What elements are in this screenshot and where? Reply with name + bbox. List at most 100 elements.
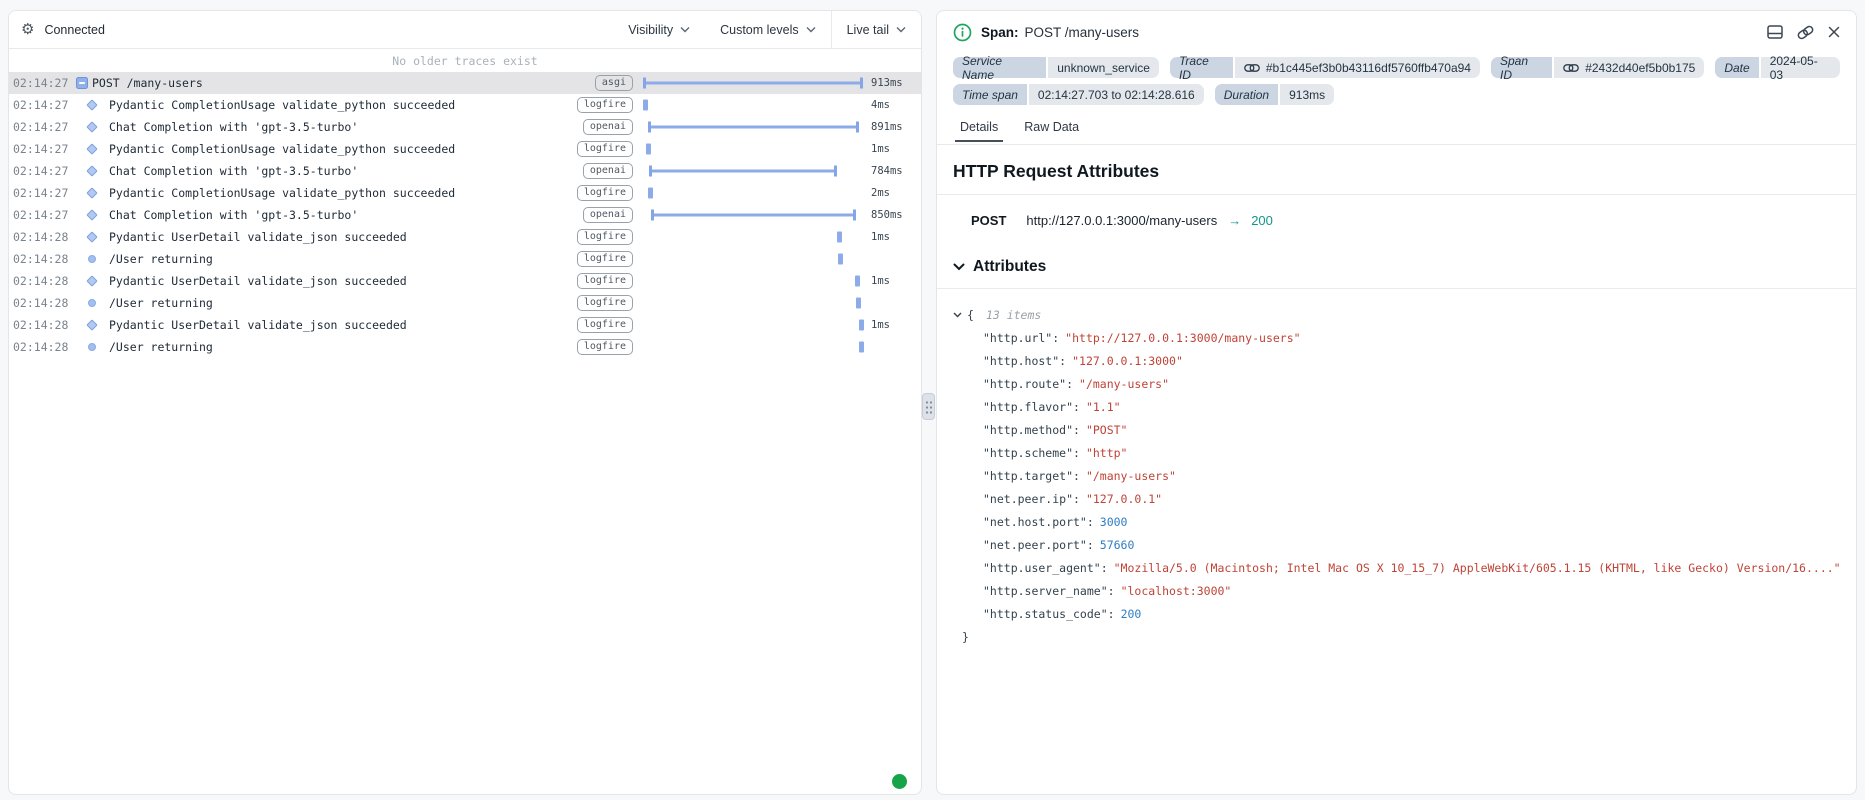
copy-link-icon[interactable] [1797,25,1814,40]
duration-bar-track [643,336,863,358]
trace-label: Chat Completion with 'gpt-3.5-turbo' [109,120,583,134]
attribute-row: "net.peer.ip": "127.0.0.1" [953,487,1840,510]
tab-details[interactable]: Details [959,118,999,136]
scope-badge: logfire [577,317,633,334]
trace-list: No older traces exist 02:14:27 POST /man… [9,49,921,358]
log-circle-icon [88,255,96,263]
attribute-row: "http.target": "/many-users" [953,464,1840,487]
collapse-span-icon [76,77,88,89]
trace-timestamp: 02:14:27 [13,208,71,222]
trace-row[interactable]: 02:14:27 Pydantic CompletionUsage valida… [9,182,921,204]
attribute-row: "http.route": "/many-users" [953,372,1840,395]
attribute-key: "http.server_name": [983,584,1115,598]
log-circle-icon [88,299,96,307]
span-meta-badges-row1: Service Name unknown_service Trace ID #b… [953,57,1840,78]
info-icon [953,23,972,42]
duration-bar-track [643,116,863,138]
scope-badge: asgi [595,75,633,92]
http-url: http://127.0.0.1:3000/many-users [1026,213,1217,228]
duration-bar-track [643,226,863,248]
attribute-value: 57660 [1100,538,1135,552]
attribute-value: "http://127.0.0.1:3000/many-users" [1065,331,1300,345]
badge-label: Date [1715,57,1758,78]
trace-row[interactable]: 02:14:28 /User returning logfire [9,292,921,314]
duration-bar [859,342,864,353]
trace-timestamp: 02:14:28 [13,340,71,354]
custom-levels-dropdown[interactable]: Custom levels [705,11,831,48]
duration-bar-track [643,204,863,226]
attribute-key: "http.user_agent": [983,561,1108,575]
trace-row[interactable]: 02:14:28 Pydantic UserDetail validate_js… [9,226,921,248]
trace-row[interactable]: 02:14:28 Pydantic UserDetail validate_js… [9,270,921,292]
trace-timestamp: 02:14:28 [13,274,71,288]
duration-bar-track [643,138,863,160]
badge-value: #b1c445ef3b0b43116df5760ffb470a94 [1235,57,1480,78]
dock-panel-icon[interactable] [1767,25,1783,39]
attribute-value: "/many-users" [1079,377,1169,391]
trace-row[interactable]: 02:14:28 /User returning logfire [9,336,921,358]
live-view-toolbar: ⚙ Connected Visibility Custom levels Liv… [9,11,921,49]
duration-bar [838,254,843,265]
trace-row[interactable]: 02:14:28 Pydantic UserDetail validate_js… [9,314,921,336]
attribute-row: "http.url": "http://127.0.0.1:3000/many-… [953,326,1840,349]
attribute-value: 3000 [1100,515,1128,529]
duration-bar-track [643,248,863,270]
badge-label: Trace ID [1170,57,1233,78]
badge-label: Time span [953,84,1027,105]
scope-badge: logfire [577,273,633,290]
badge-value: #2432d40ef5b0b175 [1554,57,1704,78]
duration-bar-track [643,182,863,204]
chevron-down-icon [953,263,965,271]
attribute-key: "http.route": [983,377,1073,391]
attribute-row: "http.scheme": "http" [953,441,1840,464]
trace-timestamp: 02:14:28 [13,296,71,310]
scope-badge: logfire [577,229,633,246]
attribute-value: "localhost:3000" [1121,584,1232,598]
trace-label: Pydantic CompletionUsage validate_python… [109,142,577,156]
trace-row[interactable]: 02:14:28 /User returning logfire [9,248,921,270]
link-icon[interactable] [1244,63,1260,73]
trace-row[interactable]: 02:14:27 Chat Completion with 'gpt-3.5-t… [9,204,921,226]
live-tail-dropdown[interactable]: Live tail [832,11,921,48]
duration-text: 891ms [871,121,913,133]
settings-gear-icon[interactable]: ⚙ [21,22,34,37]
trace-row[interactable]: 02:14:27 Chat Completion with 'gpt-3.5-t… [9,160,921,182]
trace-row[interactable]: 02:14:27 Chat Completion with 'gpt-3.5-t… [9,116,921,138]
duration-bar [649,166,837,177]
span-diamond-icon [86,231,97,242]
link-icon[interactable] [1563,63,1579,73]
span-diamond-icon [86,99,97,110]
trace-timestamp: 02:14:27 [13,186,71,200]
duration-text: 784ms [871,165,913,177]
duration-bar-track [643,314,863,336]
panel-resize-handle[interactable] [922,393,935,420]
trace-label: Chat Completion with 'gpt-3.5-turbo' [109,164,583,178]
badge-value: 02:14:27.703 to 02:14:28.616 [1029,84,1204,105]
attribute-row: "http.status_code": 200 [953,602,1840,625]
scope-badge: logfire [577,97,633,114]
chevron-down-icon [896,26,906,33]
attributes-section-toggle[interactable]: Attributes [953,258,1840,276]
json-root-toggle[interactable]: { 13 items [953,303,1840,326]
attribute-row: "http.method": "POST" [953,418,1840,441]
duration-bar [648,122,860,133]
tab-raw-data[interactable]: Raw Data [1023,118,1080,136]
trace-label: POST /many-users [92,76,595,90]
span-diamond-icon [86,121,97,132]
trace-row[interactable]: 02:14:27 POST /many-users asgi 913ms [9,72,921,94]
span-details-panel: Span: POST /many-users Service Name unkn… [936,10,1857,795]
close-icon[interactable] [1828,26,1840,38]
attribute-key: "net.host.port": [983,515,1094,529]
scope-badge: openai [583,207,633,224]
attribute-row: "net.peer.port": 57660 [953,533,1840,556]
meta-badge-duration: Duration 913ms [1215,84,1334,105]
open-brace: { [967,308,974,322]
badge-label: Service Name [953,57,1046,78]
attribute-row: "http.flavor": "1.1" [953,395,1840,418]
trace-row[interactable]: 02:14:27 Pydantic CompletionUsage valida… [9,94,921,116]
visibility-dropdown[interactable]: Visibility [613,11,705,48]
connection-status: Connected [44,23,104,37]
visibility-label: Visibility [628,23,673,37]
scope-badge: logfire [577,141,633,158]
trace-row[interactable]: 02:14:27 Pydantic CompletionUsage valida… [9,138,921,160]
